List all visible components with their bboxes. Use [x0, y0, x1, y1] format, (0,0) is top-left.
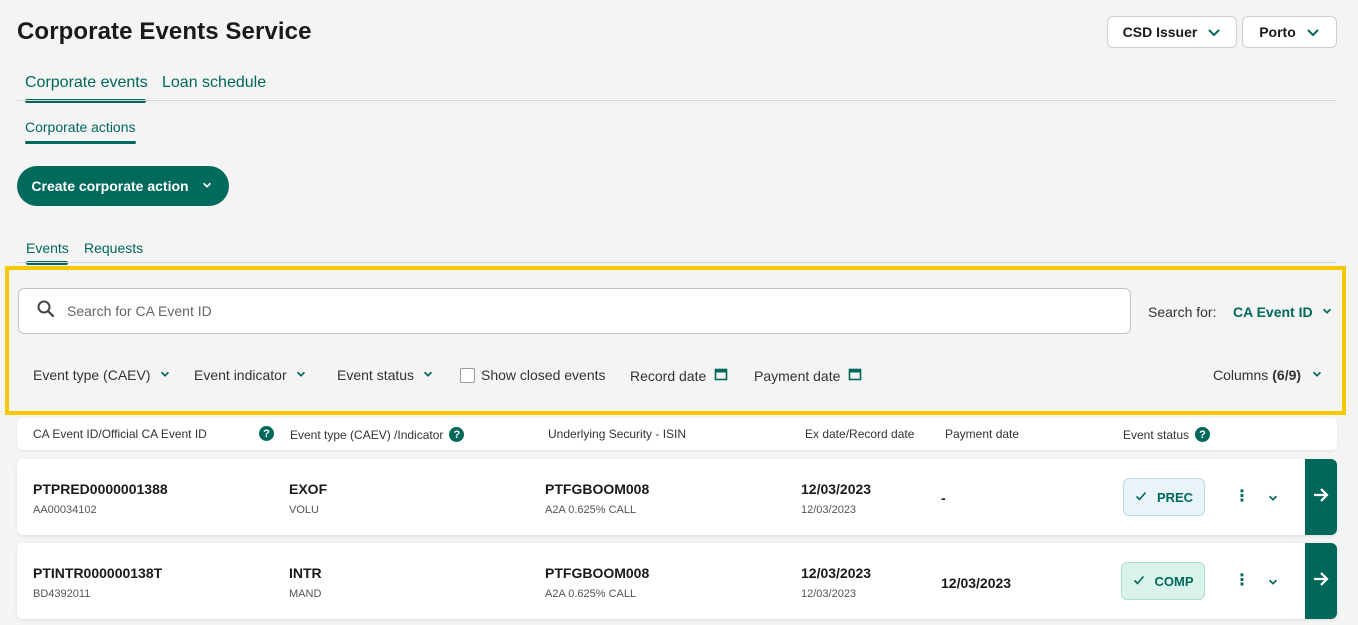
official-event-id: AA00034102: [33, 504, 97, 516]
record-date: 12/03/2023: [801, 504, 857, 516]
event-type-filter-label: Event type (CAEV): [33, 367, 151, 383]
chevron-down-icon: [201, 179, 215, 193]
open-row-button[interactable]: [1305, 543, 1337, 619]
event-status-filter-label: Event status: [337, 367, 415, 383]
column-header-security: Underlying Security - ISIN: [548, 427, 686, 441]
expand-row-icon[interactable]: [1267, 575, 1279, 593]
event-type: INTR: [289, 565, 322, 581]
official-event-id: BD4392011: [33, 588, 91, 600]
column-header-security-label: Underlying Security - ISIN: [548, 427, 687, 441]
ex-date: 12/03/2023: [801, 481, 872, 497]
column-header-type-label: Event type (CAEV) /Indicator: [290, 427, 444, 442]
arrow-right-icon: [1312, 486, 1330, 509]
columns-count: (6/9): [1272, 367, 1302, 383]
tab-requests[interactable]: Requests: [84, 240, 143, 256]
record-date: 12/03/2023: [801, 588, 857, 600]
subtab-active-indicator: [25, 141, 136, 144]
search-for-label: Search for:: [1148, 304, 1217, 320]
chevron-down-icon: [1306, 25, 1320, 39]
column-header-exdate-label: Ex date/Record date: [805, 427, 915, 441]
chevron-down-icon: [1207, 25, 1221, 39]
chevron-down-icon: [422, 368, 436, 382]
event-id[interactable]: PTINTR000000138T: [33, 565, 162, 581]
event-indicator: VOLU: [289, 504, 319, 516]
column-header-status-label: Event status: [1123, 427, 1190, 442]
columns-selector[interactable]: Columns (6/9): [1213, 367, 1325, 383]
event-type: EXOF: [289, 481, 328, 497]
calendar-icon: [714, 367, 728, 384]
record-date-filter[interactable]: Record date: [630, 367, 728, 384]
status-label: COMP: [1154, 573, 1194, 589]
event-id[interactable]: PTPRED0000001388: [33, 481, 168, 497]
event-indicator: MAND: [289, 588, 322, 600]
event-indicator-filter[interactable]: Event indicator: [194, 367, 309, 383]
help-icon[interactable]: ?: [259, 426, 274, 441]
help-icon[interactable]: ?: [449, 427, 465, 442]
security-name: A2A 0.625% CALL: [545, 588, 637, 600]
page-title: Corporate Events Service: [17, 18, 312, 45]
show-closed-checkbox[interactable]: [460, 367, 475, 383]
tab-loan-schedule[interactable]: Loan schedule: [162, 74, 266, 92]
tab-corporate-events[interactable]: Corporate events: [25, 74, 148, 92]
payment-date: 12/03/2023: [941, 575, 1012, 591]
check-icon: [1133, 574, 1145, 589]
tab-corporate-actions[interactable]: Corporate actions: [25, 119, 136, 135]
search-field[interactable]: [18, 288, 1131, 334]
event-type-filter[interactable]: Event type (CAEV): [33, 367, 173, 383]
status-badge[interactable]: PREC: [1123, 478, 1205, 516]
role-selector-label: CSD Issuer: [1122, 24, 1198, 40]
column-header-payment: Payment date: [945, 427, 1019, 441]
column-header-status: Event status ?: [1123, 427, 1211, 442]
more-options-icon[interactable]: ⋮: [1234, 486, 1250, 506]
search-for-value: CA Event ID: [1233, 304, 1313, 320]
arrow-right-icon: [1312, 570, 1330, 593]
status-badge[interactable]: COMP: [1121, 562, 1205, 600]
payment-date: -: [941, 490, 946, 506]
role-selector[interactable]: CSD Issuer: [1107, 16, 1237, 48]
search-for-selector[interactable]: CA Event ID: [1233, 304, 1335, 320]
isin: PTFGBOOM008: [545, 481, 650, 497]
tabs-divider: [17, 100, 1337, 101]
expand-row-icon[interactable]: [1267, 491, 1279, 509]
create-button-label: Create corporate action: [31, 178, 189, 194]
content-tabs-divider: [17, 262, 1337, 263]
security-name: A2A 0.625% CALL: [545, 504, 637, 516]
check-icon: [1135, 490, 1147, 505]
more-options-icon[interactable]: ⋮: [1234, 570, 1250, 590]
open-row-button[interactable]: [1305, 459, 1337, 535]
chevron-down-icon: [159, 368, 173, 382]
help-icon[interactable]: ?: [1195, 427, 1211, 442]
payment-date-label: Payment date: [754, 367, 841, 384]
payment-date-filter[interactable]: Payment date: [754, 367, 862, 384]
event-indicator-filter-label: Event indicator: [194, 367, 287, 383]
tab-events[interactable]: Events: [26, 240, 69, 256]
event-status-filter[interactable]: Event status: [337, 367, 436, 383]
status-label: PREC: [1156, 489, 1194, 505]
create-corporate-action-button[interactable]: Create corporate action: [17, 166, 229, 206]
search-input[interactable]: [67, 303, 967, 319]
column-header-type: Event type (CAEV) /Indicator ?: [290, 427, 465, 442]
column-header-id-label: CA Event ID/Official CA Event ID: [33, 427, 207, 441]
search-icon: [37, 300, 55, 323]
chevron-down-icon: [295, 368, 309, 382]
record-date-label: Record date: [630, 367, 707, 384]
show-closed-label: Show closed events: [481, 367, 606, 383]
column-header-id: CA Event ID/Official CA Event ID: [33, 427, 207, 441]
isin: PTFGBOOM008: [545, 565, 650, 581]
location-selector-label: Porto: [1259, 24, 1296, 40]
column-header-payment-label: Payment date: [945, 427, 1020, 441]
column-header-exdate: Ex date/Record date: [805, 427, 914, 441]
show-closed-events-toggle[interactable]: Show closed events: [460, 367, 606, 383]
calendar-icon: [848, 367, 862, 384]
location-selector[interactable]: Porto: [1242, 16, 1337, 48]
chevron-down-icon: [1321, 305, 1335, 319]
columns-label: Columns: [1213, 367, 1269, 383]
chevron-down-icon: [1311, 368, 1325, 382]
ex-date: 12/03/2023: [801, 565, 872, 581]
